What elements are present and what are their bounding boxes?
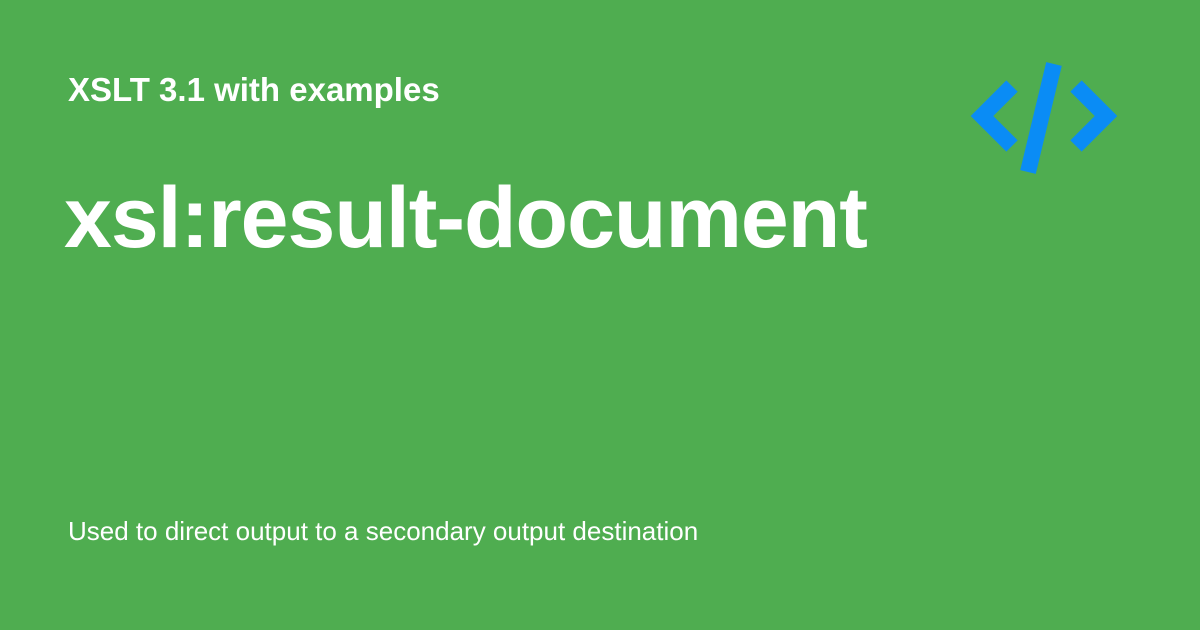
code-brackets-icon: [970, 62, 1118, 174]
social-card: XSLT 3.1 with examples xsl:result-docume…: [0, 0, 1200, 630]
page-description: Used to direct output to a secondary out…: [68, 516, 699, 546]
page-title: xsl:result-document: [64, 170, 868, 266]
series-title: XSLT 3.1 with examples: [68, 71, 440, 108]
